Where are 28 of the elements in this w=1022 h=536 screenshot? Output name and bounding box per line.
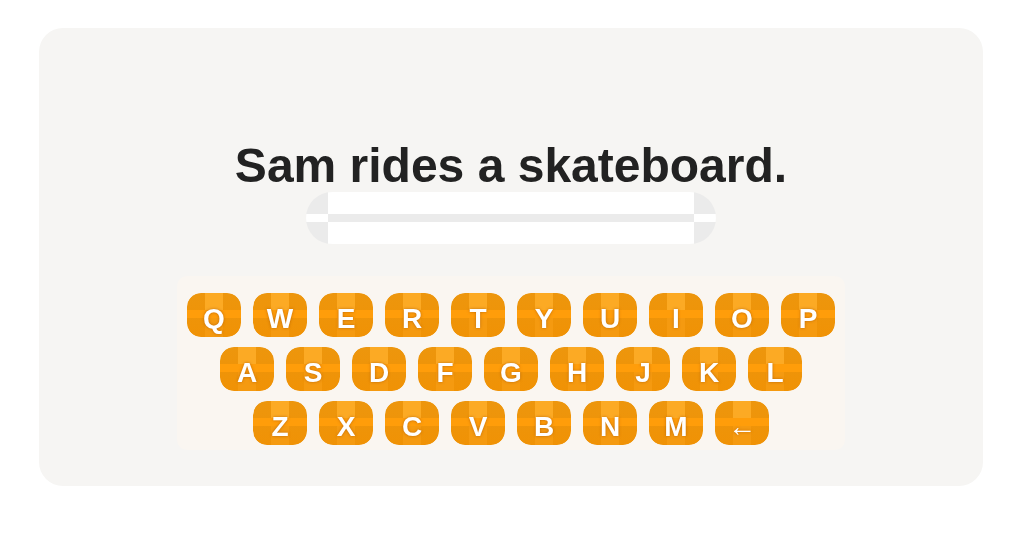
key[interactable]: F xyxy=(418,347,472,391)
key[interactable]: U xyxy=(583,293,637,337)
key[interactable]: W xyxy=(253,293,307,337)
key[interactable]: E xyxy=(319,293,373,337)
key[interactable]: S xyxy=(286,347,340,391)
key[interactable]: G xyxy=(484,347,538,391)
key[interactable]: L xyxy=(748,347,802,391)
key[interactable]: K xyxy=(682,347,736,391)
key[interactable]: Y xyxy=(517,293,571,337)
key[interactable]: J xyxy=(616,347,670,391)
key[interactable]: O xyxy=(715,293,769,337)
key[interactable]: D xyxy=(352,347,406,391)
key[interactable]: N xyxy=(583,401,637,445)
key[interactable]: Q xyxy=(187,293,241,337)
key[interactable]: A xyxy=(220,347,274,391)
sentence: Sam rides a skateboard. xyxy=(234,138,788,194)
key[interactable]: I xyxy=(649,293,703,337)
key[interactable]: R xyxy=(385,293,439,337)
key[interactable]: T xyxy=(451,293,505,337)
key[interactable]: V xyxy=(451,401,505,445)
key[interactable]: C xyxy=(385,401,439,445)
key[interactable]: ← xyxy=(715,401,769,445)
key[interactable]: X xyxy=(319,401,373,445)
key[interactable]: B xyxy=(517,401,571,445)
key[interactable]: Z xyxy=(253,401,307,445)
key[interactable]: M xyxy=(649,401,703,445)
key[interactable]: P xyxy=(781,293,835,337)
key[interactable]: H xyxy=(550,347,604,391)
